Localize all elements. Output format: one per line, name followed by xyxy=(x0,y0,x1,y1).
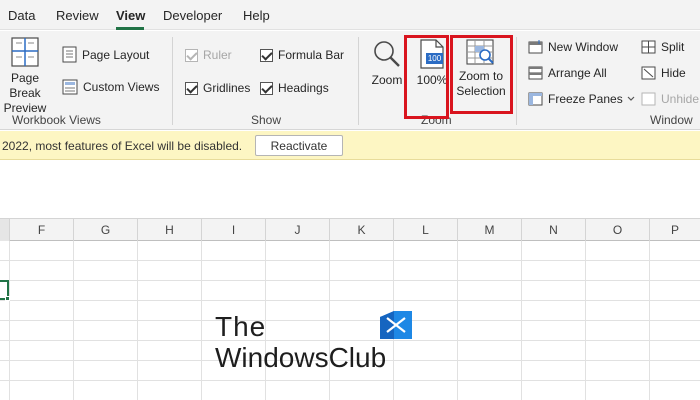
zoom-button[interactable]: Zoom xyxy=(366,39,408,88)
column-header-g[interactable]: G xyxy=(73,219,137,241)
headings-checkbox[interactable]: Headings xyxy=(260,81,329,95)
magnifier-icon xyxy=(374,41,400,67)
grid-line xyxy=(0,260,700,261)
formula-bar-label: Formula Bar xyxy=(278,48,345,62)
headings-label: Headings xyxy=(278,81,329,95)
page-break-preview-icon xyxy=(11,37,39,67)
page-break-preview-button[interactable]: Page Break Preview xyxy=(0,37,56,116)
tab-data[interactable]: Data xyxy=(8,8,35,23)
windowsclub-logo-icon xyxy=(380,311,412,339)
gridlines-check-icon xyxy=(185,81,198,95)
worksheet-grid[interactable] xyxy=(0,241,700,400)
new-window-label: New Window xyxy=(548,40,619,54)
tab-help[interactable]: Help xyxy=(243,8,270,23)
reactivate-button[interactable]: Reactivate xyxy=(255,135,343,156)
grid-line xyxy=(0,320,700,321)
column-header-j[interactable]: J xyxy=(265,219,329,241)
fill-handle[interactable] xyxy=(5,296,10,301)
column-header-e[interactable] xyxy=(0,219,9,241)
show-group-label: Show xyxy=(251,113,282,127)
formula-bar-check-icon xyxy=(260,48,273,62)
column-header-f[interactable]: F xyxy=(9,219,73,241)
freeze-panes-icon xyxy=(528,92,543,106)
unhide-label: Unhide xyxy=(661,92,700,106)
new-window-icon xyxy=(528,40,543,54)
page-layout-button[interactable]: Page Layout xyxy=(62,46,149,63)
page-layout-label: Page Layout xyxy=(82,47,150,62)
ruler-label: Ruler xyxy=(203,48,232,62)
grid-line xyxy=(0,300,700,301)
watermark-line-2: WindowsClub xyxy=(215,342,387,373)
grid-line xyxy=(0,340,700,341)
activation-message-bar: 2022, most features of Excel will be dis… xyxy=(0,131,700,160)
column-header-l[interactable]: L xyxy=(393,219,457,241)
group-separator xyxy=(172,37,173,125)
split-button[interactable]: Split xyxy=(641,40,684,54)
custom-views-button[interactable]: Custom Views xyxy=(62,79,159,95)
zoom-label: Zoom xyxy=(371,73,403,87)
split-label: Split xyxy=(661,40,685,54)
column-header-h[interactable]: H xyxy=(137,219,201,241)
group-separator xyxy=(516,37,517,125)
hide-icon xyxy=(641,66,656,80)
headings-check-icon xyxy=(260,81,273,95)
column-header-p[interactable]: P xyxy=(649,219,700,241)
column-header-o[interactable]: O xyxy=(585,219,649,241)
watermark-line-1: The xyxy=(215,311,267,342)
column-header-i[interactable]: I xyxy=(201,219,265,241)
arrange-all-icon xyxy=(528,66,543,80)
custom-views-label: Custom Views xyxy=(83,80,160,94)
unhide-button[interactable]: Unhide xyxy=(641,92,699,106)
grid-line xyxy=(0,280,700,281)
formula-bar-checkbox[interactable]: Formula Bar xyxy=(260,48,344,62)
ruler-checkbox[interactable]: Ruler xyxy=(185,48,232,62)
column-header-m[interactable]: M xyxy=(457,219,521,241)
active-tab-indicator xyxy=(116,27,144,30)
unhide-icon xyxy=(641,92,656,106)
workbook-views-group-label: Workbook Views xyxy=(12,113,101,127)
column-header-row: F G H I J K L M N O P xyxy=(0,218,700,241)
custom-views-icon xyxy=(62,79,78,95)
arrange-all-button[interactable]: Arrange All xyxy=(528,66,607,80)
tab-view[interactable]: View xyxy=(116,8,145,23)
window-group-label: Window xyxy=(650,113,693,127)
zoom-100-highlight xyxy=(404,35,449,119)
ribbon: Page Break Preview Page Layout Custom Vi… xyxy=(0,31,700,130)
ribbon-tab-strip: Data Review View Developer Help xyxy=(0,0,700,30)
freeze-panes-label: Freeze Panes xyxy=(548,92,623,106)
gridlines-label: Gridlines xyxy=(203,81,251,95)
ruler-check-icon xyxy=(185,48,198,62)
column-header-n[interactable]: N xyxy=(521,219,585,241)
hide-label: Hide xyxy=(661,66,686,80)
freeze-panes-button[interactable]: Freeze Panes xyxy=(528,92,635,106)
column-header-k[interactable]: K xyxy=(329,219,393,241)
tab-review[interactable]: Review xyxy=(56,8,99,23)
group-separator xyxy=(358,37,359,125)
chevron-down-icon xyxy=(627,96,635,101)
message-bar-text: 2022, most features of Excel will be dis… xyxy=(2,139,243,153)
hide-button[interactable]: Hide xyxy=(641,66,686,80)
page-layout-icon xyxy=(62,46,77,63)
gridlines-checkbox[interactable]: Gridlines xyxy=(185,81,250,95)
tab-developer[interactable]: Developer xyxy=(163,8,222,23)
grid-line xyxy=(0,380,700,381)
page-break-preview-label-1: Page Break xyxy=(9,71,41,100)
arrange-all-label: Arrange All xyxy=(548,66,607,80)
split-icon xyxy=(641,40,656,54)
new-window-button[interactable]: New Window xyxy=(528,40,618,54)
zoom-to-selection-highlight xyxy=(450,35,513,114)
